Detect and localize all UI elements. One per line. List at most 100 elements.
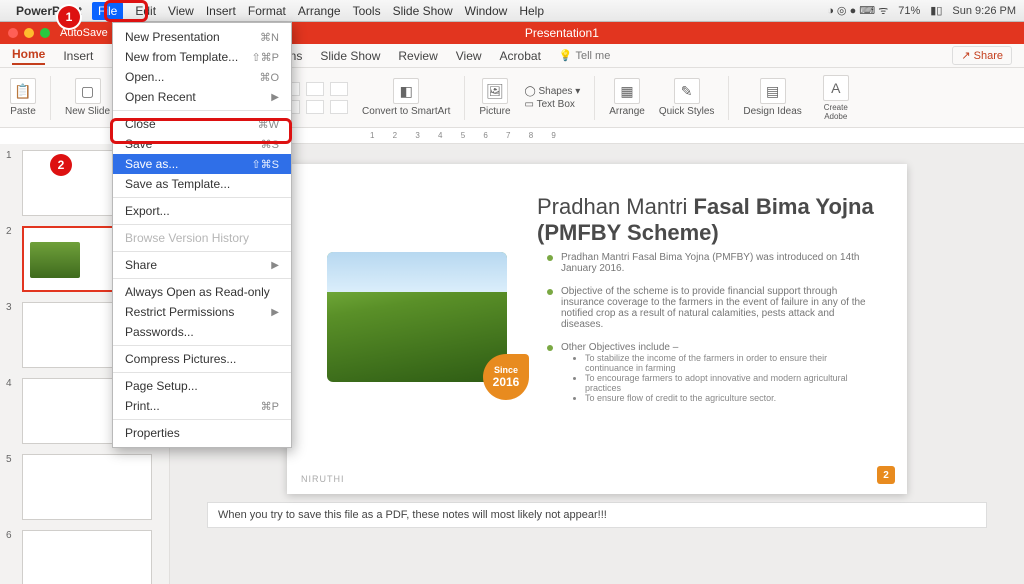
menubar-status: ◑ ◎ ● ⌨ ᯤ 71% ▮▯ Sun 9:26 PM xyxy=(827,3,1016,18)
window-traffic-lights[interactable] xyxy=(8,28,50,38)
tell-me[interactable]: 💡 Tell me xyxy=(559,49,610,62)
thumb-num-4: 4 xyxy=(6,378,16,389)
file-menu-item[interactable]: New from Template...⇧⌘P xyxy=(113,47,291,67)
sub-bullet-2: To encourage farmers to adopt innovative… xyxy=(585,373,877,393)
file-menu-item[interactable]: Passwords... xyxy=(113,322,291,342)
file-menu-item[interactable]: Always Open as Read-only xyxy=(113,282,291,302)
mac-menubar: PowerPoint File Edit View Insert Format … xyxy=(0,0,1024,22)
minimize-icon[interactable] xyxy=(24,28,34,38)
smartart-icon: ◧ xyxy=(393,78,419,104)
file-menu-item[interactable]: New Presentation⌘N xyxy=(113,27,291,47)
sub-bullet-3: To ensure flow of credit to the agricult… xyxy=(585,393,877,403)
smartart-label: Convert to SmartArt xyxy=(362,106,450,117)
window-title: Presentation1 xyxy=(525,26,599,40)
file-menu-item[interactable]: Open...⌘O xyxy=(113,67,291,87)
slide-page-number: 2 xyxy=(877,466,895,484)
bullet-3: Other Objectives include – To stabilize … xyxy=(561,342,877,403)
menubar-view[interactable]: View xyxy=(168,4,194,18)
slide-bullets: Pradhan Mantri Fasal Bima Yojna (PMFBY) … xyxy=(547,252,877,415)
paste-group[interactable]: 📋 Paste xyxy=(10,78,36,117)
arrange-label: Arrange xyxy=(609,106,645,117)
adobe-icon: A xyxy=(823,75,849,101)
share-button[interactable]: ↗ Share xyxy=(952,46,1012,65)
menubar-tools[interactable]: Tools xyxy=(353,4,381,18)
battery-percent: 71% xyxy=(898,5,920,17)
thumbnail-slide-6[interactable] xyxy=(22,530,152,584)
file-menu-item[interactable]: Save as...⇧⌘S xyxy=(113,154,291,174)
thumb-num-6: 6 xyxy=(6,530,16,541)
file-menu-item[interactable]: Properties xyxy=(113,423,291,443)
arrange-button[interactable]: ▦ Arrange xyxy=(609,78,645,117)
tab-insert[interactable]: Insert xyxy=(63,49,93,63)
zoom-icon[interactable] xyxy=(40,28,50,38)
callout-1: 1 xyxy=(58,6,80,28)
file-menu-item[interactable]: Share▶ xyxy=(113,255,291,275)
slide-image xyxy=(327,252,507,382)
arrange-icon: ▦ xyxy=(614,78,640,104)
menubar-edit[interactable]: Edit xyxy=(135,4,156,18)
file-menu-item[interactable]: Close⌘W xyxy=(113,114,291,134)
slide[interactable]: Pradhan Mantri Fasal Bima Yojna(PMFBY Sc… xyxy=(287,164,907,494)
autosave-label: AutoSave xyxy=(60,27,108,39)
file-menu-item[interactable]: Save as Template... xyxy=(113,174,291,194)
menubar-insert[interactable]: Insert xyxy=(206,4,236,18)
thumb-num-3: 3 xyxy=(6,302,16,313)
menubar-arrange[interactable]: Arrange xyxy=(298,4,341,18)
design-ideas-label: Design Ideas xyxy=(743,106,801,117)
callout-2: 2 xyxy=(50,154,72,176)
convert-smartart[interactable]: ◧ Convert to SmartArt xyxy=(362,78,450,117)
paste-label: Paste xyxy=(10,106,36,117)
clipboard-icon: 📋 xyxy=(10,78,36,104)
new-slide-label: New Slide xyxy=(65,106,110,117)
file-menu-item[interactable]: Compress Pictures... xyxy=(113,349,291,369)
picture-label: Picture xyxy=(479,106,510,117)
speaker-notes[interactable]: When you try to save this file as a PDF,… xyxy=(207,502,987,528)
tab-review[interactable]: Review xyxy=(398,49,437,63)
file-menu-item[interactable]: Restrict Permissions▶ xyxy=(113,302,291,322)
tab-view[interactable]: View xyxy=(456,49,482,63)
picture-icon: 🖼 xyxy=(482,78,508,104)
slide-title: Pradhan Mantri Fasal Bima Yojna(PMFBY Sc… xyxy=(537,194,877,246)
design-ideas-button[interactable]: ▤ Design Ideas xyxy=(743,78,801,117)
file-menu-item[interactable]: Save⌘S xyxy=(113,134,291,154)
file-menu-item: Browse Version History xyxy=(113,228,291,248)
menubar-help[interactable]: Help xyxy=(519,4,544,18)
picture-button[interactable]: 🖼 Picture xyxy=(479,78,510,117)
menubar-file[interactable]: File xyxy=(92,2,123,20)
since-badge: Since2016 xyxy=(483,354,529,400)
bullet-2: Objective of the scheme is to provide fi… xyxy=(561,286,877,330)
shapes-group[interactable]: ◯ Shapes ▾▭ Text Box xyxy=(525,86,581,110)
thumb-num-2: 2 xyxy=(6,226,16,237)
status-icons: ◑ ◎ ● ⌨ ᯤ xyxy=(827,3,888,18)
new-slide-group[interactable]: ▢ New Slide xyxy=(65,78,110,117)
quick-styles-button[interactable]: ✎ Quick Styles xyxy=(659,78,715,117)
file-menu-item[interactable]: Print...⌘P xyxy=(113,396,291,416)
battery-icon: ▮▯ xyxy=(930,4,942,17)
quick-styles-label: Quick Styles xyxy=(659,106,715,117)
menubar-slideshow[interactable]: Slide Show xyxy=(393,4,453,18)
menubar-window[interactable]: Window xyxy=(465,4,508,18)
quick-styles-icon: ✎ xyxy=(674,78,700,104)
new-slide-icon: ▢ xyxy=(75,78,101,104)
slide-canvas[interactable]: Pradhan Mantri Fasal Bima Yojna(PMFBY Sc… xyxy=(170,144,1024,584)
tab-acrobat[interactable]: Acrobat xyxy=(500,49,541,63)
close-icon[interactable] xyxy=(8,28,18,38)
thumbnail-slide-5[interactable] xyxy=(22,454,152,520)
file-menu-item[interactable]: Open Recent▶ xyxy=(113,87,291,107)
file-menu-item[interactable]: Page Setup... xyxy=(113,376,291,396)
adobe-label: Create Adobe xyxy=(816,103,856,121)
clock: Sun 9:26 PM xyxy=(952,5,1016,17)
tab-home[interactable]: Home xyxy=(12,47,45,65)
adobe-pdf-button[interactable]: A Create Adobe xyxy=(816,75,856,121)
slide-logo: NIRUTHI xyxy=(301,474,345,484)
file-menu-dropdown: New Presentation⌘NNew from Template...⇧⌘… xyxy=(112,22,292,448)
menubar-format[interactable]: Format xyxy=(248,4,286,18)
design-ideas-icon: ▤ xyxy=(760,78,786,104)
tab-slideshow[interactable]: Slide Show xyxy=(320,49,380,63)
sub-bullet-1: To stabilize the income of the farmers i… xyxy=(585,353,877,373)
bullet-1: Pradhan Mantri Fasal Bima Yojna (PMFBY) … xyxy=(561,252,877,274)
horizontal-ruler: 1 2 3 4 5 6 7 8 9 xyxy=(170,128,1024,144)
thumb-num-5: 5 xyxy=(6,454,16,465)
file-menu-item[interactable]: Export... xyxy=(113,201,291,221)
thumb-num-1: 1 xyxy=(6,150,16,161)
